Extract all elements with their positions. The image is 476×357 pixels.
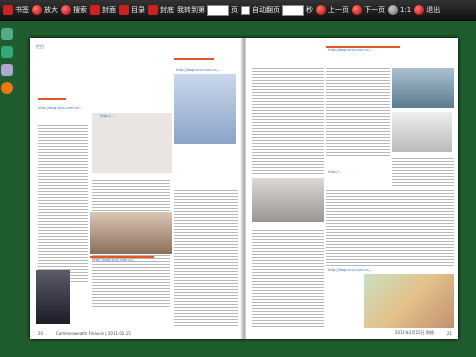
toc-icon (119, 5, 129, 15)
section-tag (174, 58, 214, 60)
photo (392, 68, 454, 108)
text-column (174, 188, 238, 328)
page-jump: 我转到第页 (177, 4, 238, 16)
page-footer: 2011年2月15日 财经 (394, 330, 434, 335)
exit-button[interactable]: 退出 (414, 0, 440, 20)
url-link[interactable]: http://blog.sina.com.cn/... (328, 268, 373, 272)
auto-flip-checkbox[interactable] (241, 5, 250, 15)
article-image (92, 113, 172, 173)
right-page[interactable]: http://blog.sina.com.cn/... http://... h… (246, 38, 458, 339)
left-page[interactable]: 栏目 http://blog.sina.com.cn/... http://..… (30, 38, 242, 339)
cars-photo (252, 178, 324, 222)
zoom-in-button[interactable]: 放大 (32, 0, 58, 20)
text-column (252, 66, 324, 176)
currency-photo (364, 274, 454, 328)
url-link[interactable]: http://... (328, 170, 342, 174)
street-photo (90, 212, 172, 254)
exit-icon (414, 5, 425, 15)
magazine-spread: 栏目 http://blog.sina.com.cn/... http://..… (30, 38, 458, 339)
auto-flip-seconds-input[interactable] (282, 4, 304, 16)
page-number: 21 (446, 331, 452, 336)
side-tools (0, 28, 14, 100)
actual-size-button[interactable]: 1:1 (388, 0, 411, 20)
page-number: 20 (38, 331, 44, 336)
text-column (326, 66, 390, 156)
url-link[interactable]: http://... (100, 114, 114, 118)
text-column (38, 123, 88, 283)
search-button[interactable]: 搜索 (61, 0, 87, 20)
cover-button[interactable]: 封面 (90, 0, 116, 20)
tool-icon[interactable] (1, 46, 13, 58)
city-skyline-photo (174, 74, 236, 144)
arrow-right-icon (352, 5, 362, 15)
bookmark-icon (3, 5, 13, 15)
auto-flip-toggle[interactable]: 自动翻页秒 (241, 0, 313, 20)
arrow-left-icon (316, 5, 326, 15)
tool-icon[interactable] (1, 64, 13, 76)
back-cover-icon (148, 5, 158, 15)
url-link[interactable]: http://blog.sina.com.cn/... (92, 258, 137, 262)
text-column (252, 228, 324, 328)
search-icon (61, 5, 71, 15)
bookmark-button[interactable]: 书签 (3, 0, 29, 20)
zoom-in-icon (32, 5, 42, 15)
page-footer: Commonwealth Finance | 2011.02.15 (56, 331, 131, 336)
text-column (326, 188, 454, 268)
actual-size-icon (388, 5, 398, 15)
url-link[interactable]: http://blog.sina.com.cn/... (176, 68, 221, 72)
column-label: 栏目 (36, 44, 44, 49)
reader-toolbar: 书签 放大 搜索 封面 目录 封底 我转到第页 自动翻页秒 上一页 下一页 1:… (0, 0, 476, 21)
url-link[interactable]: http://blog.sina.com.cn/... (328, 48, 373, 52)
tool-icon[interactable] (1, 82, 13, 94)
section-tag (38, 98, 66, 100)
toc-button[interactable]: 目录 (119, 0, 145, 20)
page-jump-input[interactable] (207, 4, 229, 16)
wall-street-photo (36, 270, 70, 324)
next-page-button[interactable]: 下一页 (352, 0, 385, 20)
cover-icon (90, 5, 100, 15)
tool-icon[interactable] (1, 28, 13, 40)
prev-page-button[interactable]: 上一页 (316, 0, 349, 20)
money-bag-photo (392, 112, 452, 152)
back-cover-button[interactable]: 封底 (148, 0, 174, 20)
url-link[interactable]: http://blog.sina.com.cn/... (38, 106, 83, 110)
